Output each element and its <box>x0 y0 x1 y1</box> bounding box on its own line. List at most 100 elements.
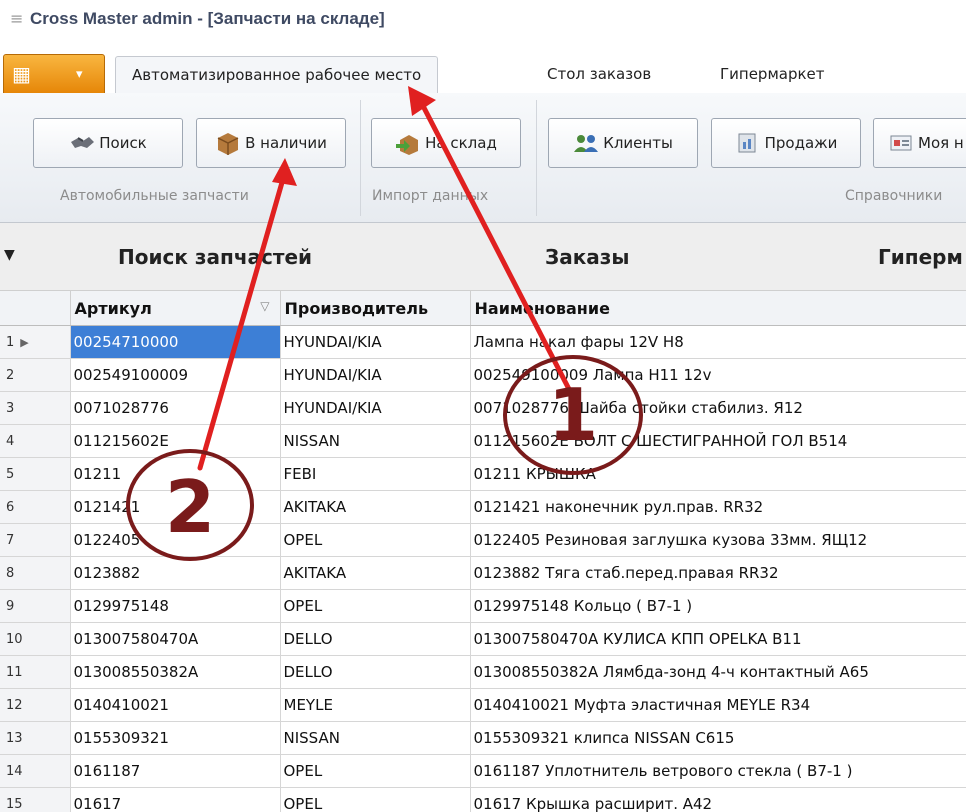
tab-workstation[interactable]: Автоматизированное рабочее место <box>115 56 439 93</box>
cell-name[interactable]: 01211 КРЫШКА <box>470 457 966 491</box>
row-number-text: 12 <box>6 697 23 713</box>
to-warehouse-button[interactable]: На склад <box>371 118 521 168</box>
cell-article[interactable]: 013008550382A <box>70 655 281 689</box>
cell-maker-text: NISSAN <box>283 729 340 747</box>
cell-maker[interactable]: AKITAKA <box>280 490 471 524</box>
table-row[interactable]: 12 0140410021 MEYLE 0140410021 Муфта эласти… <box>0 688 966 722</box>
cell-maker[interactable]: NISSAN <box>280 424 471 458</box>
cell-maker[interactable]: OPEL <box>280 523 471 557</box>
cell-article[interactable]: 011215602E <box>70 424 281 458</box>
cell-article[interactable]: 013007580470A <box>70 622 281 656</box>
cell-name[interactable]: 0123882 Тяга стаб.перед.правая RR32 <box>470 556 966 590</box>
row-number: 5 <box>0 457 71 491</box>
table-row[interactable]: 5 01211 FEBI 01211 КРЫШКА <box>0 457 966 491</box>
cell-maker[interactable]: OPEL <box>280 754 471 788</box>
row-number: 15 <box>0 787 71 812</box>
table-row[interactable]: 11 013008550382A DELLO 013008550382A Лямбда… <box>0 655 966 689</box>
table-row[interactable]: 1 ▶ 00254710000 HYUNDAI/KIA Лампа накал фары… <box>0 325 966 359</box>
row-number-text: 3 <box>6 400 15 416</box>
cell-article[interactable]: 00254710000 <box>70 325 281 359</box>
table-row[interactable]: 10 013007580470A DELLO 013007580470A КУЛИСА… <box>0 622 966 656</box>
row-number-text: 10 <box>6 631 23 647</box>
cell-maker[interactable]: OPEL <box>280 787 471 812</box>
cell-name[interactable]: 01617 Крышка расширит. А42 <box>470 787 966 812</box>
cell-article-text: 0129975148 <box>73 597 169 615</box>
cell-article[interactable]: 0071028776 <box>70 391 281 425</box>
cell-maker-text: DELLO <box>283 663 333 681</box>
section-parts-search[interactable]: Поиск запчастей <box>118 245 312 269</box>
window-title: Cross Master admin - [Запчасти на складе… <box>30 9 385 28</box>
table-row[interactable]: 9 0129975148 OPEL 0129975148 Кольцо ( B7-1 … <box>0 589 966 623</box>
cell-maker-text: NISSAN <box>283 432 340 450</box>
column-header-article[interactable]: Артикул ▽ <box>70 291 281 326</box>
table-header-row: Артикул ▽ Производитель Наименование <box>0 291 966 326</box>
application-menu-button[interactable]: ▦ ▾ <box>3 54 105 96</box>
my-button[interactable]: Моя н <box>873 118 966 168</box>
table-row[interactable]: 4 011215602E NISSAN 011215602E БОЛТ С ШЕСТИ… <box>0 424 966 458</box>
cell-name[interactable]: 0161187 Уплотнитель ветрового стекла ( B… <box>470 754 966 788</box>
cell-maker-text: OPEL <box>283 762 323 780</box>
row-number: 9 <box>0 589 71 623</box>
cell-article[interactable]: 0140410021 <box>70 688 281 722</box>
row-number-header <box>0 291 71 326</box>
cell-article-text: 013008550382A <box>73 663 199 681</box>
tab-orders-desk[interactable]: Стол заказов <box>547 56 651 92</box>
clients-button[interactable]: Клиенты <box>548 118 698 168</box>
cell-maker[interactable]: HYUNDAI/KIA <box>280 325 471 359</box>
cell-name[interactable]: 0155309321 клипса NISSAN C615 <box>470 721 966 755</box>
table-row[interactable]: 14 0161187 OPEL 0161187 Уплотнитель ветрово… <box>0 754 966 788</box>
cell-name[interactable]: 002549100009 Лампа H11 12v <box>470 358 966 392</box>
cell-name-text: 0122405 Резиновая заглушка кузова 33мм. … <box>473 531 868 549</box>
in-stock-button[interactable]: В наличии <box>196 118 346 168</box>
sales-button[interactable]: Продажи <box>711 118 861 168</box>
cell-name[interactable]: 0071028776 Шайба стойки стабилиз. Я12 <box>470 391 966 425</box>
chevron-down-icon[interactable]: ▼ <box>4 247 15 263</box>
cell-article[interactable]: 0161187 <box>70 754 281 788</box>
table-row[interactable]: 6 0121421 AKITAKA 0121421 наконечник рул.пр… <box>0 490 966 524</box>
cell-name[interactable]: 013008550382A Лямбда-зонд 4-ч контактный… <box>470 655 966 689</box>
cell-name[interactable]: 0122405 Резиновая заглушка кузова 33мм. … <box>470 523 966 557</box>
cell-name[interactable]: 013007580470A КУЛИСА КПП OPELKA B11 <box>470 622 966 656</box>
column-header-maker[interactable]: Производитель <box>280 291 471 326</box>
section-hypermarket[interactable]: Гиперм <box>878 245 963 269</box>
table-row[interactable]: 2 002549100009 HYUNDAI/KIA 002549100009 Лам… <box>0 358 966 392</box>
table-row[interactable]: 8 0123882 AKITAKA 0123882 Тяга стаб.перед.п… <box>0 556 966 590</box>
cell-maker[interactable]: NISSAN <box>280 721 471 755</box>
cell-maker[interactable]: HYUNDAI/KIA <box>280 391 471 425</box>
cell-article[interactable]: 0122405 <box>70 523 281 557</box>
table-row[interactable]: 7 0122405 OPEL 0122405 Резиновая заглушка к… <box>0 523 966 557</box>
cell-maker[interactable]: MEYLE <box>280 688 471 722</box>
search-button[interactable]: Поиск <box>33 118 183 168</box>
cell-maker[interactable]: DELLO <box>280 622 471 656</box>
cell-name[interactable]: 0140410021 Муфта эластичная MEYLE R34 <box>470 688 966 722</box>
cell-name[interactable]: 011215602E БОЛТ С ШЕСТИГРАННОЙ ГОЛ B514 <box>470 424 966 458</box>
cell-maker[interactable]: AKITAKA <box>280 556 471 590</box>
table-row[interactable]: 3 0071028776 HYUNDAI/KIA 0071028776 Шайба с… <box>0 391 966 425</box>
tab-hypermarket[interactable]: Гипермаркет <box>720 56 825 92</box>
current-row-indicator-icon: ▶ <box>20 335 29 349</box>
group-label-auto-parts: Автомобильные запчасти <box>60 188 249 204</box>
cell-maker[interactable]: HYUNDAI/KIA <box>280 358 471 392</box>
section-orders[interactable]: Заказы <box>545 245 629 269</box>
cell-maker[interactable]: DELLO <box>280 655 471 689</box>
filter-icon[interactable]: ▽ <box>260 299 269 313</box>
cell-article[interactable]: 0123882 <box>70 556 281 590</box>
cell-name[interactable]: 0121421 наконечник рул.прав. RR32 <box>470 490 966 524</box>
cell-name[interactable]: Лампа накал фары 12V H8 <box>470 325 966 359</box>
cell-name[interactable]: 0129975148 Кольцо ( B7-1 ) <box>470 589 966 623</box>
table-row[interactable]: 15 01617 OPEL 01617 Крышка расширит. А42 <box>0 787 966 812</box>
cell-maker[interactable]: FEBI <box>280 457 471 491</box>
cell-article[interactable]: 01617 <box>70 787 281 812</box>
cell-article-text: 011215602E <box>73 432 169 450</box>
cell-article[interactable]: 0155309321 <box>70 721 281 755</box>
cell-article[interactable]: 0129975148 <box>70 589 281 623</box>
cell-article-text: 0071028776 <box>73 399 169 417</box>
cell-maker[interactable]: OPEL <box>280 589 471 623</box>
column-header-name[interactable]: Наименование <box>470 291 966 326</box>
hamburger-icon[interactable]: ≡ <box>10 9 23 28</box>
cell-article[interactable]: 0121421 <box>70 490 281 524</box>
cell-maker-text: OPEL <box>283 531 323 549</box>
table-row[interactable]: 13 0155309321 NISSAN 0155309321 клипса NISS… <box>0 721 966 755</box>
cell-article[interactable]: 01211 <box>70 457 281 491</box>
cell-article[interactable]: 002549100009 <box>70 358 281 392</box>
